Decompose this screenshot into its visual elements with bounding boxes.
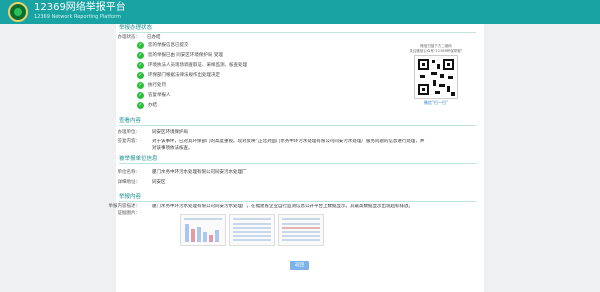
report-section-title: 举报内容 — [119, 194, 142, 200]
top-header: 12369网络举报平台 12369 Network Reporting Plat… — [0, 0, 600, 24]
progress-step-text: 答复举报人 — [148, 93, 171, 98]
qr-caption-line2: 关注微信公众号“12369环保举报” — [409, 49, 463, 53]
evidence-image[interactable] — [180, 214, 226, 246]
progress-step-text: 环保部门根据法律法规作出处理决定 — [148, 73, 220, 78]
evidence-label: 证据图片： — [117, 211, 141, 216]
qr-scan-link[interactable]: 微信“扫一扫” — [396, 100, 476, 106]
check-icon: ✓ — [137, 42, 144, 49]
reply-value-line2: 对该事项依法核查。 — [152, 146, 193, 151]
state-label: 办理状态： — [117, 35, 141, 40]
platform-logo-icon[interactable] — [8, 2, 28, 22]
report-text-value: 厦门水务中环污水处理有限公司同安污水处理厂，在福建省企业自行监测信息公开平台上数… — [152, 204, 413, 209]
content-section-title: 查看内容 — [119, 118, 142, 124]
reported-section-title: 被举报单位信息 — [119, 156, 158, 162]
section-divider — [119, 125, 476, 126]
progress-step-text: 执行处罚 — [148, 83, 166, 88]
progress-step-text: 环境执法人员现场调查取证、采样监测、核查处理 — [148, 63, 247, 68]
return-button[interactable]: 返回 — [290, 261, 309, 270]
check-icon: ✓ — [137, 52, 144, 59]
check-icon: ✓ — [137, 92, 144, 99]
platform-title: 12369网络举报平台 — [34, 2, 126, 13]
reported-address-label: 详细地址： — [117, 180, 141, 185]
progress-step-text: 您的举报已由 同安区环境保护局 受理 — [148, 53, 223, 58]
platform-subtitle: 12369 Network Reporting Platform — [34, 14, 121, 20]
reported-name-value: 厦门水务中环污水处理有限公司同安污水处理厂 — [152, 170, 247, 175]
section-divider — [119, 201, 476, 202]
reported-address-value: 同安区 — [152, 180, 166, 185]
qr-code-icon — [414, 55, 458, 99]
section-divider — [119, 163, 476, 164]
state-value: 已办结 — [147, 35, 161, 40]
check-icon: ✓ — [137, 82, 144, 89]
progress-step-text: 办结 — [148, 103, 157, 108]
check-icon: ✓ — [137, 72, 144, 79]
reported-name-label: 单位名称： — [117, 170, 141, 175]
status-section-title: 举报办理状态 — [119, 25, 153, 31]
progress-step-text: 您的举报信息已提交 — [148, 43, 189, 48]
reply-value-line1: 对于该事件，已对其环保部门的高度重视。现对反映“正北对面门水务中环污水处理有限公… — [152, 139, 425, 144]
reply-label: 答复内容： — [117, 139, 141, 144]
section-divider — [119, 32, 476, 33]
evidence-image[interactable] — [278, 214, 324, 246]
check-icon: ✓ — [137, 62, 144, 69]
check-icon: ✓ — [137, 102, 144, 109]
report-text-label: 举报内容描述： — [108, 204, 141, 209]
unit-label: 办理单位： — [117, 130, 141, 135]
unit-value: 同安区环境保护局 — [152, 130, 188, 135]
evidence-image[interactable] — [229, 214, 275, 246]
